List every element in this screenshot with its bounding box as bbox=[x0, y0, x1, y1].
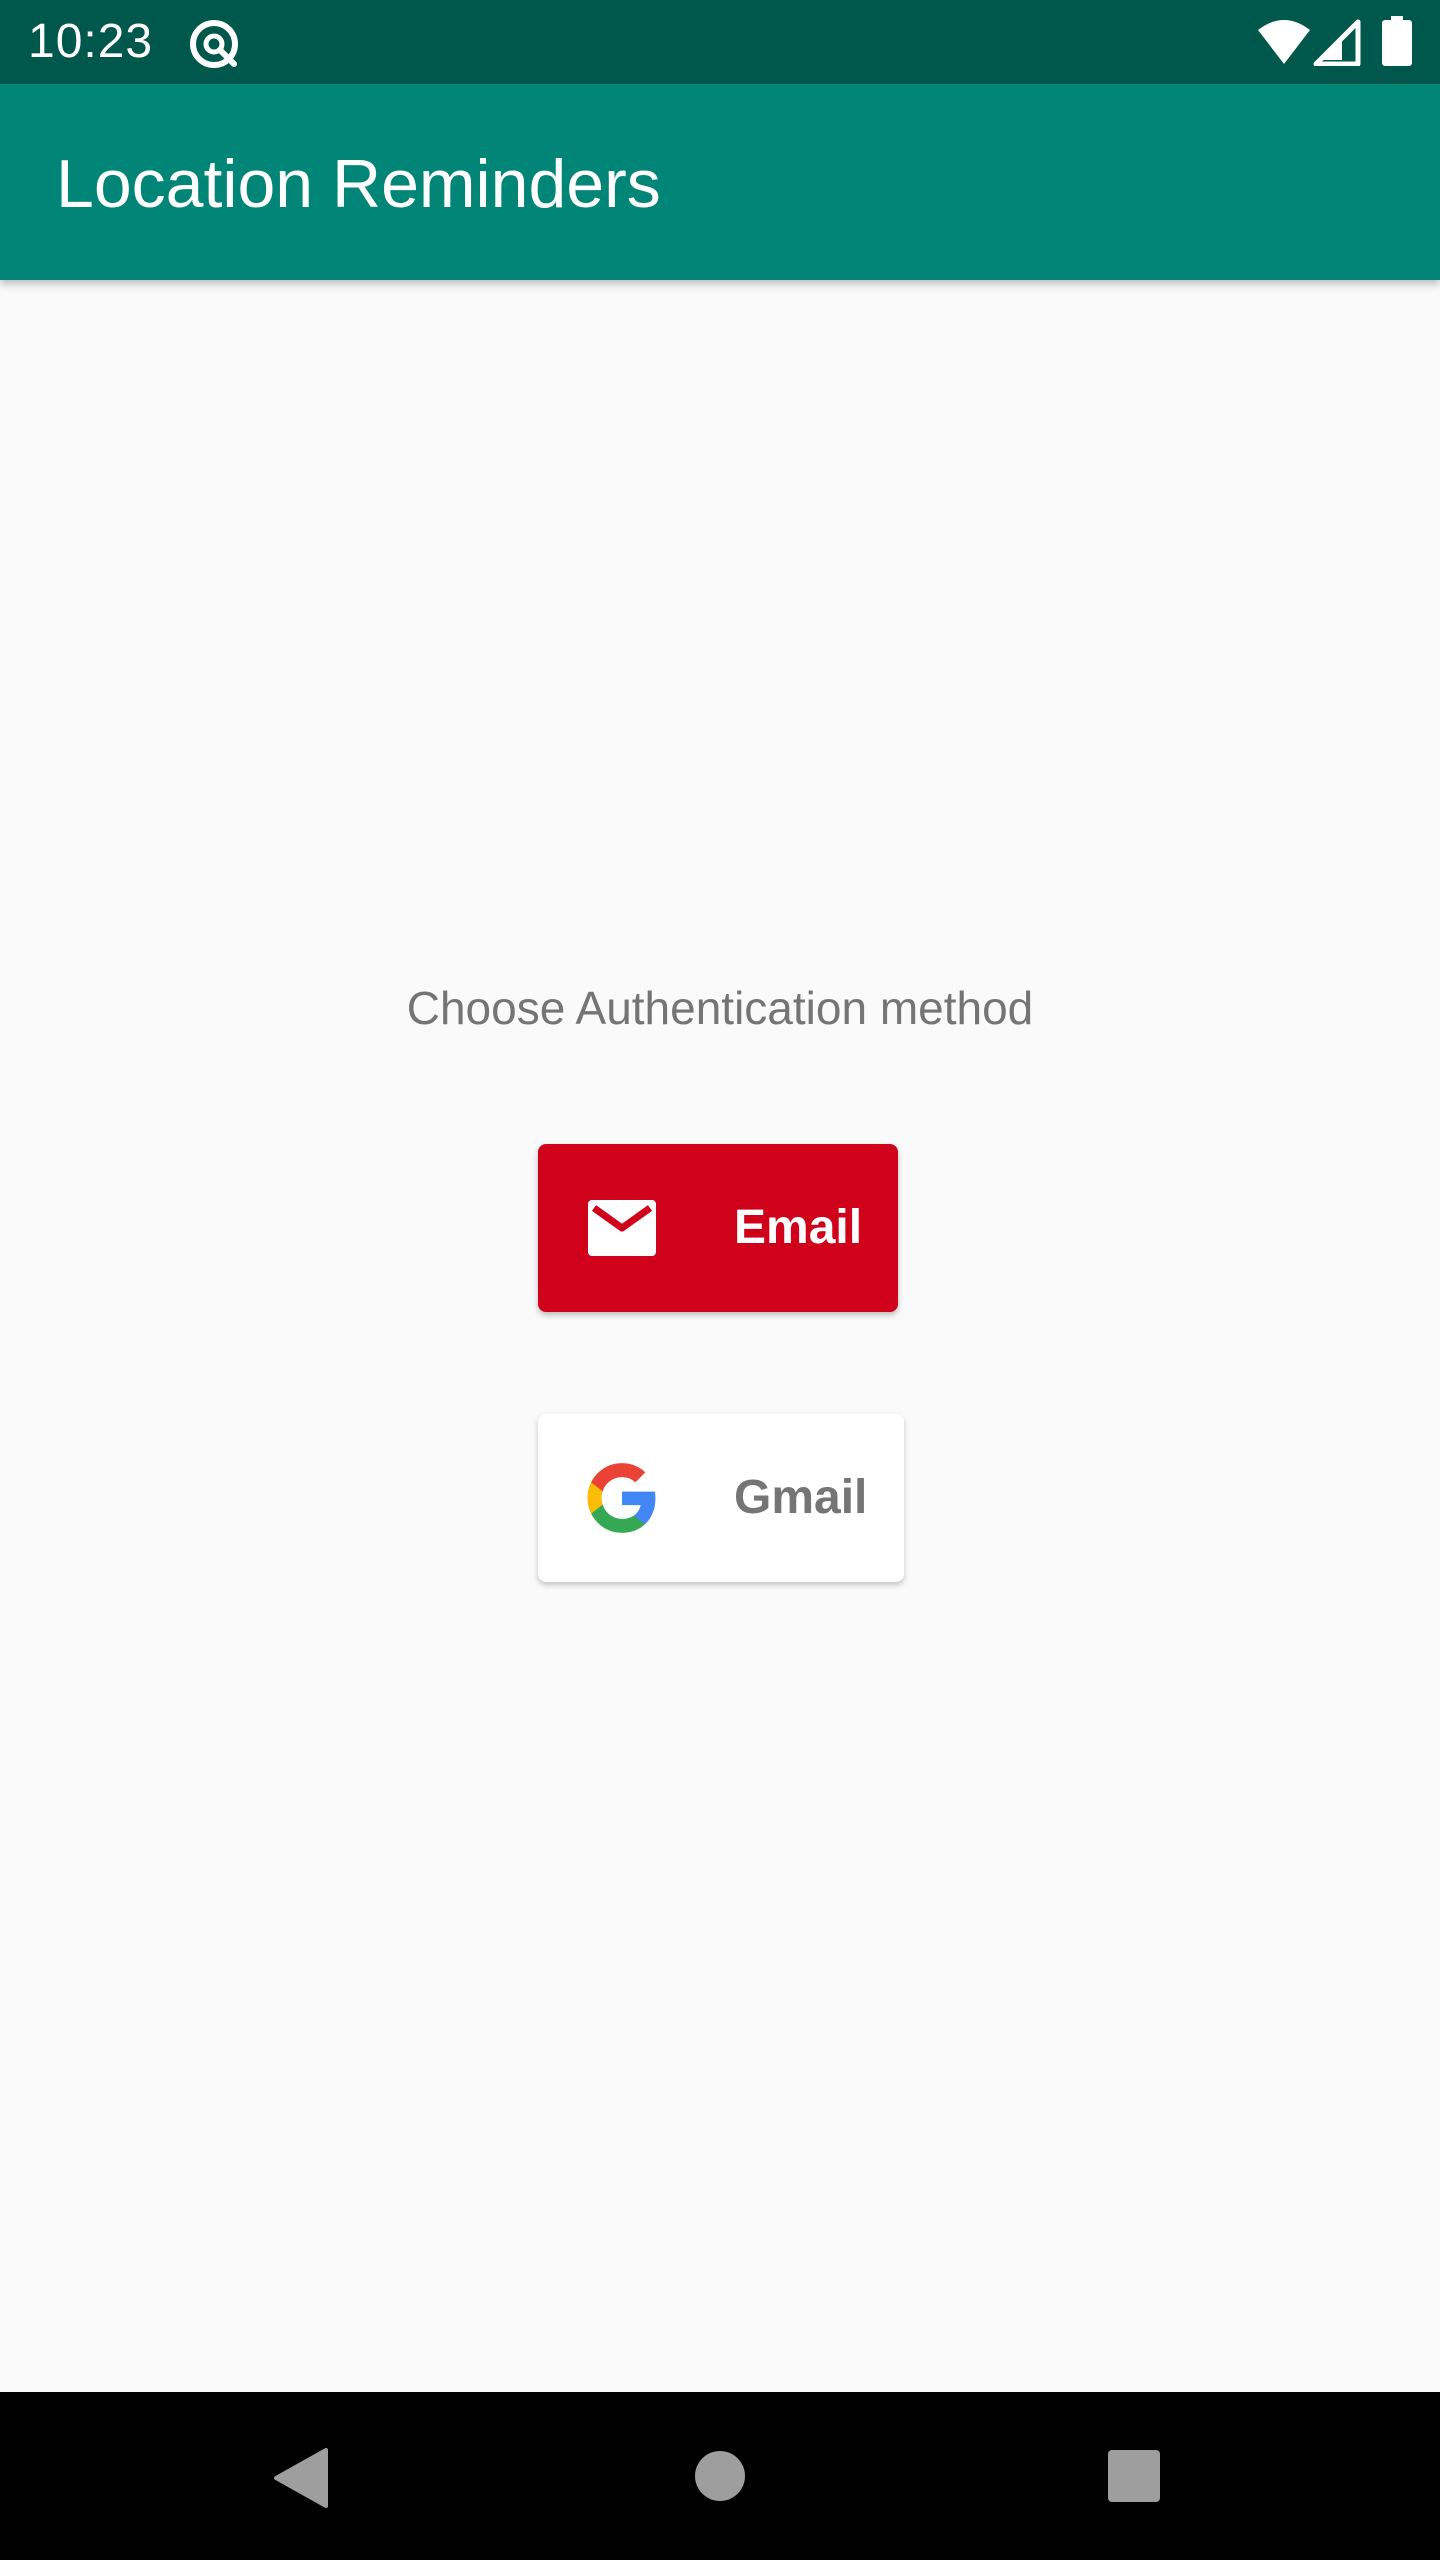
google-icon bbox=[587, 1463, 656, 1533]
home-icon[interactable] bbox=[694, 2450, 746, 2502]
mail-icon bbox=[588, 1200, 656, 1256]
app-bar: Location Reminders bbox=[0, 84, 1440, 280]
debug-icon bbox=[190, 20, 238, 68]
gmail-sign-in-button[interactable]: Gmail bbox=[538, 1414, 904, 1582]
gmail-button-label: Gmail bbox=[734, 1471, 868, 1524]
app-title: Location Reminders bbox=[56, 146, 661, 222]
battery-icon bbox=[1382, 16, 1412, 66]
signal-icon bbox=[1313, 19, 1361, 66]
wifi-icon bbox=[1258, 20, 1310, 64]
main-content: Choose Authentication method Email Gmail bbox=[0, 280, 1440, 2392]
back-icon[interactable] bbox=[272, 2446, 330, 2510]
navigation-bar bbox=[0, 2392, 1440, 2560]
recents-icon[interactable] bbox=[1108, 2450, 1160, 2502]
status-time: 10:23 bbox=[28, 15, 154, 68]
auth-prompt: Choose Authentication method bbox=[406, 982, 1034, 1034]
status-bar: 10:23 bbox=[0, 0, 1440, 84]
email-button-label: Email bbox=[734, 1201, 863, 1254]
email-sign-in-button[interactable]: Email bbox=[538, 1144, 898, 1312]
